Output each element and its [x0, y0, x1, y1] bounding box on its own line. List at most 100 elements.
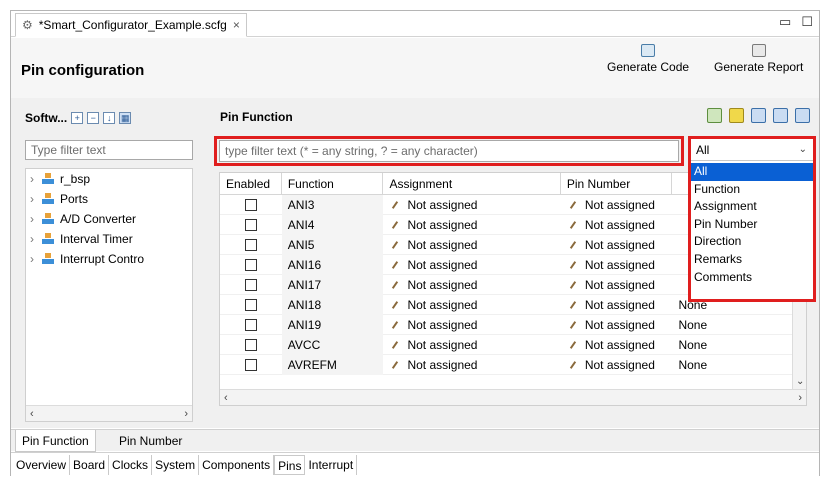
assignment-cell[interactable]: Not assigned [383, 335, 560, 355]
editor-tab[interactable]: ⚙ *Smart_Configurator_Example.scfg × [15, 13, 247, 37]
assignment-cell[interactable]: Not assigned [383, 235, 560, 255]
pin-filter-input[interactable]: type filter text (* = any string, ? = an… [219, 140, 679, 162]
tree-item-ad-converter[interactable]: › A/D Converter [26, 209, 192, 229]
column-enabled[interactable]: Enabled [220, 173, 282, 194]
tab-pins[interactable]: Pins [274, 454, 306, 475]
tab-pin-number[interactable]: Pin Number [113, 430, 188, 452]
pin-number-cell[interactable]: Not assigned [561, 355, 673, 375]
pencil-icon [569, 300, 576, 309]
tab-pin-function[interactable]: Pin Function [15, 430, 96, 452]
dropdown-option[interactable]: Function [691, 181, 813, 199]
assignment-value: Not assigned [407, 257, 478, 272]
scroll-left-icon[interactable]: ‹ [30, 408, 34, 420]
assignment-cell[interactable]: Not assigned [383, 275, 560, 295]
tab-system[interactable]: System [152, 454, 200, 475]
dropdown-option[interactable]: All [691, 163, 813, 181]
pin-number-cell[interactable]: Not assigned [561, 295, 673, 315]
table-row[interactable]: AVREFM Not assigned Not assigned None [220, 354, 806, 375]
table-row[interactable]: ANI19 Not assigned Not assigned None [220, 314, 806, 335]
sort-icon[interactable]: ↓ [103, 112, 116, 124]
direction-cell[interactable]: None [672, 315, 806, 335]
scroll-right-icon[interactable]: › [184, 408, 188, 420]
enabled-checkbox[interactable] [244, 238, 257, 251]
enabled-checkbox[interactable] [244, 218, 257, 231]
tab-overview[interactable]: Overview [13, 454, 71, 475]
tree-item-r-bsp[interactable]: › r_bsp [26, 169, 192, 189]
chevron-right-icon[interactable]: › [30, 212, 38, 226]
column-function[interactable]: Function [282, 173, 384, 194]
editor-window: ⚙ *Smart_Configurator_Example.scfg × ▭ ☐… [10, 10, 820, 476]
generate-report-label: Generate Report [714, 60, 804, 74]
generate-code-button[interactable]: Generate Code [607, 44, 689, 74]
tab-clocks[interactable]: Clocks [109, 454, 153, 475]
main-area: Softw... + − ↓ ▦ Type filter text › r_bsp… [11, 98, 819, 428]
scroll-right-icon[interactable]: › [798, 392, 802, 404]
chevron-down-icon[interactable]: ⌄ [799, 144, 807, 155]
chevron-right-icon[interactable]: › [30, 192, 38, 206]
export-icon[interactable] [795, 108, 810, 123]
tree-horizontal-scrollbar[interactable]: ‹ › [26, 405, 192, 421]
maximize-icon[interactable]: ☐ [801, 14, 813, 30]
board-icon[interactable] [729, 108, 744, 123]
pin-number-cell[interactable]: Not assigned [561, 195, 673, 215]
tree-item-interval-timer[interactable]: › Interval Timer [26, 229, 192, 249]
collapse-all-icon[interactable]: − [87, 112, 100, 124]
tree-item-interrupt-controller[interactable]: › Interrupt Contro [26, 249, 192, 269]
assignment-cell[interactable]: Not assigned [383, 355, 560, 375]
pencil-icon [569, 240, 576, 249]
tab-components[interactable]: Components [199, 454, 275, 475]
dropdown-option[interactable]: Pin Number [691, 216, 813, 234]
pin-number-cell[interactable]: Not assigned [561, 255, 673, 275]
chevron-right-icon[interactable]: › [30, 252, 38, 266]
column-assignment[interactable]: Assignment [383, 173, 561, 194]
generate-report-button[interactable]: Generate Report [714, 44, 803, 74]
component-view-icon[interactable]: ▦ [119, 112, 132, 124]
tree-item-ports[interactable]: › Ports [26, 189, 192, 209]
direction-cell[interactable]: None [672, 355, 806, 375]
enabled-checkbox[interactable] [244, 318, 257, 331]
close-icon[interactable]: × [233, 18, 240, 32]
pin-number-cell[interactable]: Not assigned [561, 335, 673, 355]
assignment-cell[interactable]: Not assigned [383, 255, 560, 275]
filter-column-select[interactable]: All ⌄ [691, 139, 813, 161]
import-icon[interactable] [773, 108, 788, 123]
enabled-checkbox[interactable] [244, 278, 257, 291]
enabled-checkbox[interactable] [244, 358, 257, 371]
dropdown-option[interactable]: Remarks [691, 251, 813, 269]
minimize-icon[interactable]: ▭ [779, 14, 791, 30]
dropdown-option[interactable]: Direction [691, 233, 813, 251]
direction-cell[interactable]: None [672, 335, 806, 355]
refresh-icon[interactable] [707, 108, 722, 123]
enabled-checkbox[interactable] [244, 298, 257, 311]
chevron-right-icon[interactable]: › [30, 172, 38, 186]
save-icon[interactable] [751, 108, 766, 123]
dropdown-option[interactable]: Assignment [691, 198, 813, 216]
enabled-checkbox[interactable] [244, 198, 257, 211]
scroll-down-icon[interactable]: ⌄ [796, 376, 804, 387]
table-horizontal-scrollbar[interactable]: ‹ › [220, 389, 806, 405]
enabled-checkbox[interactable] [244, 258, 257, 271]
function-cell: AVCC [281, 334, 384, 355]
assignment-cell[interactable]: Not assigned [383, 195, 560, 215]
assignment-cell[interactable]: Not assigned [383, 315, 560, 335]
tab-board[interactable]: Board [70, 454, 110, 475]
expand-all-icon[interactable]: + [71, 112, 84, 124]
pin-number-cell[interactable]: Not assigned [561, 215, 673, 235]
function-cell: ANI3 [281, 194, 384, 215]
tab-interrupt[interactable]: Interrupt [305, 454, 358, 475]
column-pin-number[interactable]: Pin Number [561, 173, 673, 194]
pin-number-value: Not assigned [584, 237, 655, 252]
pin-number-cell[interactable]: Not assigned [561, 315, 673, 335]
dropdown-option[interactable]: Comments [691, 269, 813, 287]
enabled-checkbox[interactable] [244, 338, 257, 351]
pencil-icon [392, 340, 399, 349]
table-row[interactable]: AVCC Not assigned Not assigned None [220, 334, 806, 355]
assignment-cell[interactable]: Not assigned [383, 295, 560, 315]
chevron-right-icon[interactable]: › [30, 232, 38, 246]
assignment-cell[interactable]: Not assigned [383, 215, 560, 235]
pin-number-cell[interactable]: Not assigned [561, 235, 673, 255]
pin-number-cell[interactable]: Not assigned [561, 275, 673, 295]
scroll-left-icon[interactable]: ‹ [224, 392, 228, 404]
pin-function-pane: Pin Function type filter text (* = any s… [214, 106, 816, 424]
software-filter-input[interactable]: Type filter text [25, 140, 193, 160]
